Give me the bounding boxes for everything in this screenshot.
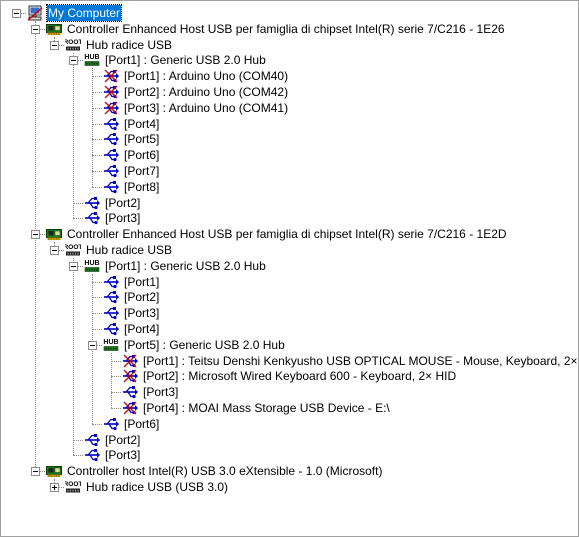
tree-connector-line (73, 203, 83, 204)
tree-node-label: Hub radice USB (86, 243, 173, 257)
tree-connector-line (92, 424, 102, 425)
tree-node-label: [Port2] : Arduino Uno (COM42) (124, 85, 289, 99)
tree-connector-line (35, 21, 36, 471)
svg-text:ROOT: ROOT (65, 39, 81, 46)
tree-node-label: [Port3] (105, 448, 141, 462)
tree-connector-line (92, 297, 102, 298)
tree-connector-line (111, 376, 121, 377)
collapse-toggle[interactable] (31, 467, 40, 476)
tree-connector-line (92, 139, 102, 140)
svg-text:ROOT: ROOT (65, 481, 81, 488)
collapse-toggle[interactable] (69, 262, 78, 271)
tree-node-label: [Port8] (124, 180, 160, 194)
tree-node-label: [Port4] (124, 117, 160, 131)
collapse-toggle[interactable] (50, 246, 59, 255)
tree-node-label: [Port1] : Teitsu Denshi Kenkyusho USB OP… (143, 354, 579, 368)
tree-node-label: [Port4] (124, 322, 160, 336)
tree-connector-line (92, 282, 102, 283)
tree-node-label: [Port7] (124, 164, 160, 178)
tree-node-label: Hub radice USB (86, 38, 173, 52)
tree-node-label: [Port1] : Generic USB 2.0 Hub (105, 259, 266, 273)
tree-node-label: [Port3] (143, 385, 179, 399)
tree-connector-line (92, 329, 102, 330)
tree-connector-line (92, 76, 102, 77)
tree-node-label: [Port6] (124, 417, 160, 431)
tree-node-label: [Port2] (105, 433, 141, 447)
tree-connector-line (111, 361, 121, 362)
tree-connector-line (111, 392, 121, 393)
tree-node-label: [Port1] : Generic USB 2.0 Hub (105, 53, 266, 67)
svg-text:ROOT: ROOT (65, 244, 81, 251)
tree-node-label: Hub radice USB (USB 3.0) (86, 480, 229, 494)
tree-connector-line (73, 440, 83, 441)
tree-connector-line (92, 92, 102, 93)
tree-connector-line (92, 155, 102, 156)
tree-connector-line (92, 187, 102, 188)
collapse-toggle[interactable] (31, 230, 40, 239)
collapse-toggle[interactable] (88, 341, 97, 350)
tree-connector-line (111, 408, 121, 409)
tree-node-label: Controller Enhanced Host USB per famigli… (67, 22, 505, 36)
tree-node-label: [Port4] : MOAI Mass Storage USB Device -… (143, 401, 390, 415)
tree-node-label: [Port2] : Microsoft Wired Keyboard 600 -… (143, 369, 457, 383)
tree-connector-line (73, 455, 83, 456)
tree-node-label: [Port3] : Arduino Uno (COM41) (124, 101, 289, 115)
collapse-toggle[interactable] (12, 9, 21, 18)
tree-connector-line (92, 108, 102, 109)
tree-node-label: [Port3] (124, 306, 160, 320)
tree-node-label: [Port1] : Arduino Uno (COM40) (124, 69, 289, 83)
collapse-toggle[interactable] (69, 56, 78, 65)
svg-text:HUB: HUB (103, 339, 118, 346)
svg-text:HUB: HUB (84, 260, 99, 267)
tree-node-label: [Port2] (105, 196, 141, 210)
tree-node-label: [Port5] : Generic USB 2.0 Hub (124, 338, 285, 352)
tree-node-label: [Port2] (124, 290, 160, 304)
tree-node-label: [Port1] (124, 275, 160, 289)
tree-connector-line (73, 218, 83, 219)
tree-node-label: My Computer (45, 4, 123, 22)
tree-node-label: Controller Enhanced Host USB per famigli… (67, 227, 507, 241)
tree-node-label: Controller host Intel(R) USB 3.0 eXtensi… (67, 464, 383, 478)
collapse-toggle[interactable] (31, 25, 40, 34)
expand-toggle[interactable] (50, 483, 59, 492)
tree-connector-line (92, 68, 93, 187)
tree-node-label: [Port6] (124, 148, 160, 162)
svg-text:HUB: HUB (84, 54, 99, 61)
tree-connector-line (92, 313, 102, 314)
tree-node-label: [Port3] (105, 211, 141, 225)
collapse-toggle[interactable] (50, 41, 59, 50)
usb-device-tree[interactable]: My Computer Controller Enhanced Host USB … (0, 0, 579, 537)
tree-connector-line (73, 258, 74, 455)
tree-connector-line (73, 53, 74, 218)
tree-connector-line (92, 124, 102, 125)
tree-node-label: [Port5] (124, 132, 160, 146)
tree-connector-line (92, 171, 102, 172)
